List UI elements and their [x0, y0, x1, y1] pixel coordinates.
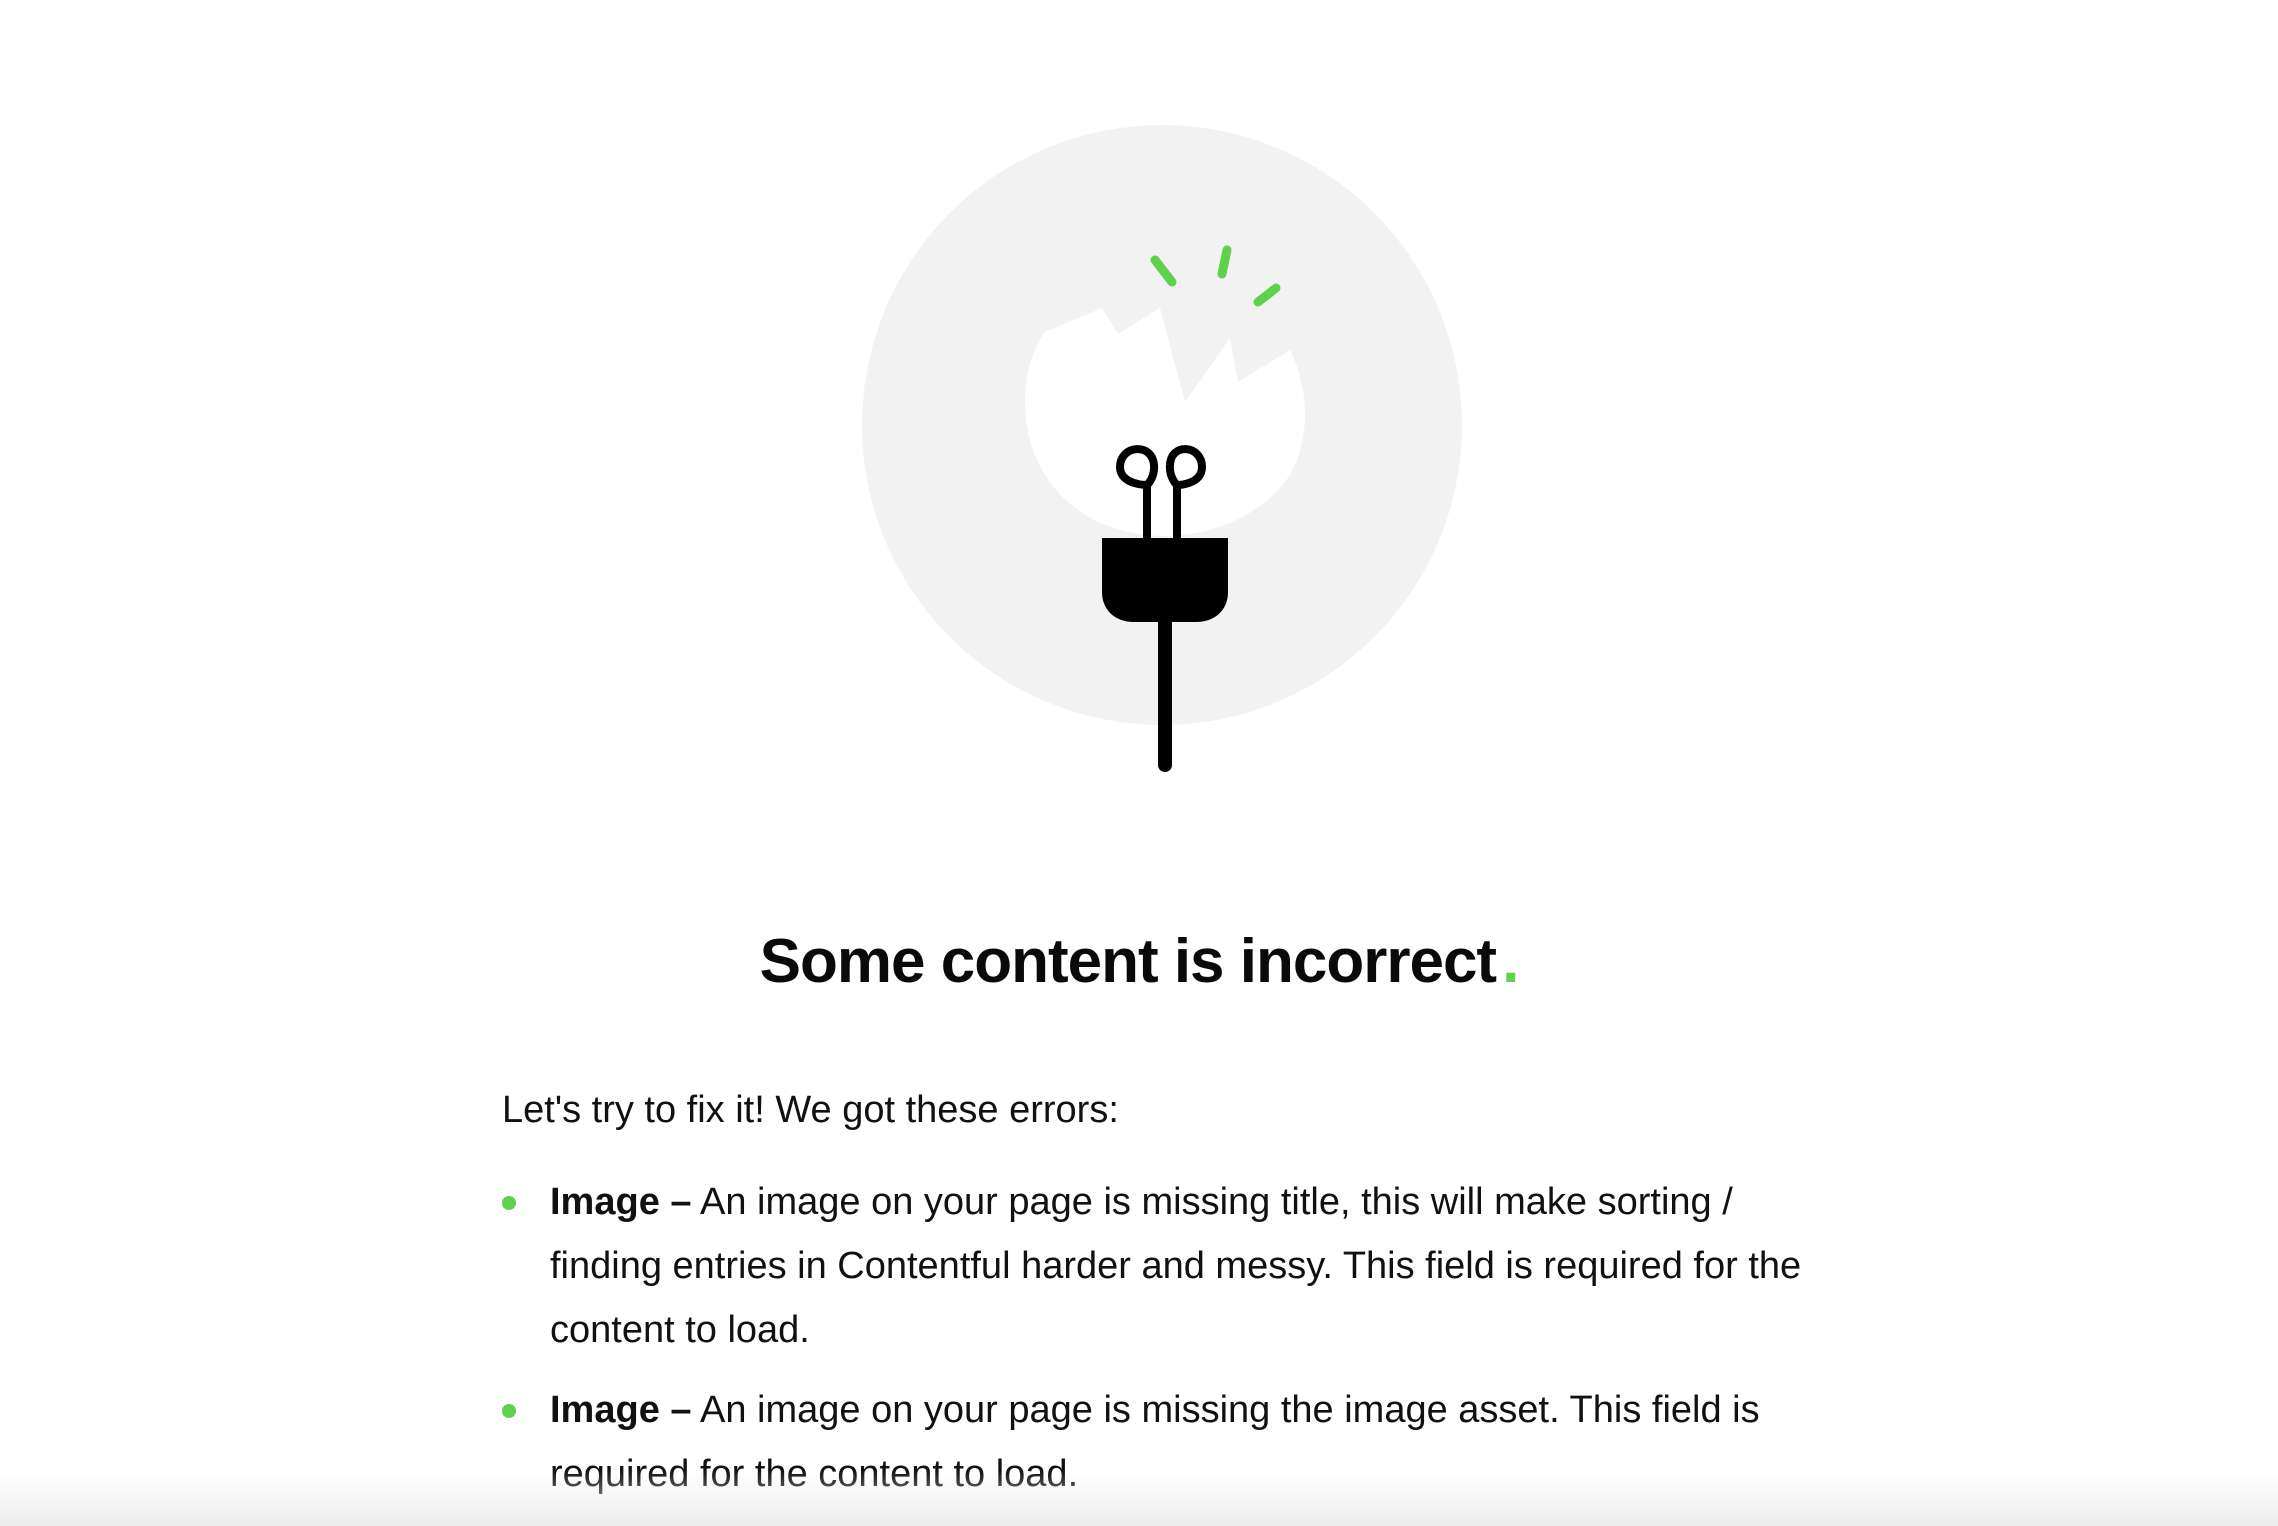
page-title: Some content is incorrect.: [0, 922, 2278, 1002]
bullet-icon: [502, 1196, 516, 1210]
error-message: An image on your page is missing title, …: [550, 1181, 1802, 1351]
error-label: Image –: [550, 1181, 692, 1223]
error-list-item: Image – An image on your page is missing…: [502, 1170, 1842, 1362]
page-title-text: Some content is incorrect: [759, 927, 1497, 996]
error-label: Image –: [550, 1389, 692, 1431]
page-title-accent-dot: .: [1502, 927, 1519, 996]
bottom-scroll-fade: [0, 1470, 2278, 1526]
error-page: Some content is incorrect. Let's try to …: [0, 0, 2278, 1526]
bullet-icon: [502, 1404, 516, 1418]
unplugged-plug-icon: [862, 125, 1462, 772]
plug-body: [1102, 538, 1228, 622]
errors-intro-text: Let's try to fix it! We got these errors…: [502, 1089, 1119, 1131]
